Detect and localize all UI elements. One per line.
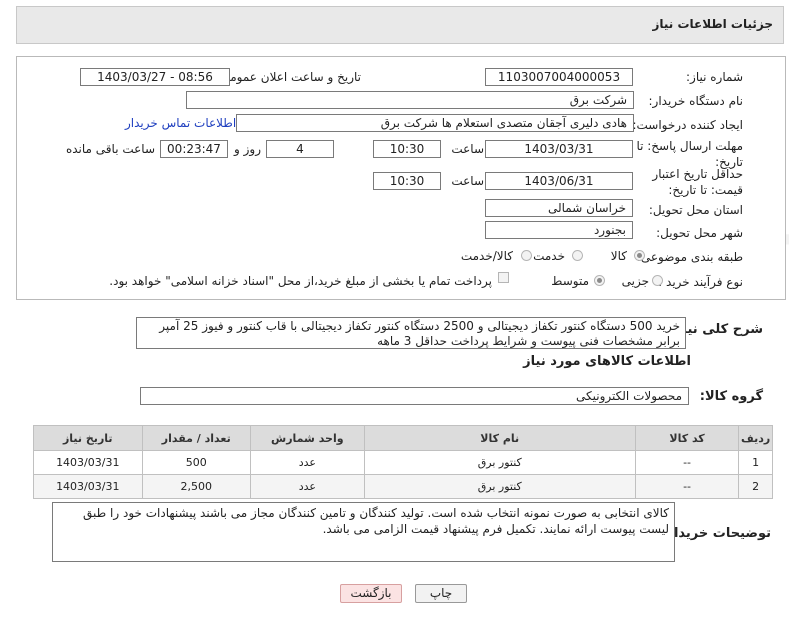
goods-section-title: اطلاعات کالاهای مورد نیاز bbox=[523, 354, 691, 369]
cell-date: 1403/03/31 bbox=[33, 474, 143, 499]
cell-row: 2 bbox=[738, 474, 773, 499]
city-label: شهر محل تحویل: bbox=[656, 226, 743, 240]
summary-text: خرید 500 دستگاه کنتور تکفاز دیجیتالی و 2… bbox=[136, 317, 686, 349]
goods-table-header: ردیف کد کالا نام کالا واحد شمارش تعداد /… bbox=[33, 425, 773, 451]
col-qty: تعداد / مقدار bbox=[141, 425, 252, 451]
city-field: بجنورد bbox=[485, 221, 633, 239]
category-label: طبقه بندی موضوعی: bbox=[636, 250, 743, 264]
back-button[interactable]: بازگشت bbox=[340, 584, 402, 603]
table-row: 1 -- کنتور برق عدد 500 1403/03/31 bbox=[33, 450, 773, 475]
cell-code: -- bbox=[634, 450, 740, 475]
goods-group-field: محصولات الکترونیکی bbox=[140, 387, 689, 405]
cell-qty: 500 bbox=[141, 450, 252, 475]
category-option-both: کالا/خدمت bbox=[460, 249, 513, 263]
category-radio-service[interactable] bbox=[572, 250, 583, 261]
cell-name: کنتور برق bbox=[363, 474, 636, 499]
process-radio-minor[interactable] bbox=[652, 275, 663, 286]
contact-buyer-link[interactable]: اطلاعات تماس خریدار bbox=[125, 116, 236, 130]
col-unit: واحد شمارش bbox=[250, 425, 365, 451]
validity-time-field: 10:30 bbox=[373, 172, 441, 190]
days-field: 4 bbox=[266, 140, 334, 158]
process-radio-medium[interactable] bbox=[594, 275, 605, 286]
payment-note: پرداخت تمام یا بخشی از مبلغ خرید،از محل … bbox=[109, 274, 492, 288]
cell-qty: 2,500 bbox=[141, 474, 252, 499]
cell-date: 1403/03/31 bbox=[33, 450, 143, 475]
page-header: جزئیات اطلاعات نیاز bbox=[16, 6, 784, 44]
cell-code: -- bbox=[634, 474, 740, 499]
validity-label: حداقل تاریخ اعتبار قیمت: تا تاریخ: bbox=[652, 167, 743, 197]
notes-text: کالای انتخابی به صورت نمونه انتخاب شده ا… bbox=[52, 502, 675, 562]
process-option-minor: جزیی bbox=[621, 274, 649, 288]
cell-row: 1 bbox=[738, 450, 773, 475]
page-title: جزئیات اطلاعات نیاز bbox=[652, 17, 773, 31]
deadline-time-field: 10:30 bbox=[373, 140, 441, 158]
treasury-checkbox[interactable] bbox=[498, 272, 509, 283]
remaining-time-field: 00:23:47 bbox=[160, 140, 228, 158]
category-radio-goods[interactable] bbox=[634, 250, 645, 261]
cell-unit: عدد bbox=[250, 474, 365, 499]
need-number-label: شماره نیاز: bbox=[686, 70, 743, 84]
col-code: کد کالا bbox=[634, 425, 740, 451]
col-date: تاریخ نیاز bbox=[33, 425, 143, 451]
table-row: 2 -- کنتور برق عدد 2,500 1403/03/31 bbox=[33, 474, 773, 499]
category-option-goods: کالا bbox=[610, 249, 627, 263]
category-radio-both[interactable] bbox=[521, 250, 532, 261]
col-name: نام کالا bbox=[363, 425, 636, 451]
category-option-service: خدمت bbox=[533, 249, 565, 263]
cell-name: کنتور برق bbox=[363, 450, 636, 475]
creator-label: ایجاد کننده درخواست: bbox=[632, 118, 743, 132]
process-label: نوع فرآیند خرید : bbox=[658, 275, 743, 289]
goods-table: ردیف کد کالا نام کالا واحد شمارش تعداد /… bbox=[33, 425, 773, 499]
process-option-medium: متوسط bbox=[551, 274, 589, 288]
province-field: خراسان شمالی bbox=[485, 199, 633, 217]
creator-field: هادی دلیری آجقان متصدی استعلام ها شرکت ب… bbox=[236, 114, 634, 132]
announce-label: تاریخ و ساعت اعلان عمومی: bbox=[216, 70, 361, 84]
print-button[interactable]: چاپ bbox=[415, 584, 467, 603]
buyer-org-label: نام دستگاه خریدار: bbox=[648, 94, 744, 108]
col-row: ردیف bbox=[738, 425, 773, 451]
buyer-org-field: شرکت برق bbox=[186, 91, 634, 109]
province-label: استان محل تحویل: bbox=[648, 203, 743, 217]
cell-unit: عدد bbox=[250, 450, 365, 475]
contact-link[interactable]: اطلاعات تماس خریدار bbox=[125, 116, 236, 130]
deadline-date-field: 1403/03/31 bbox=[485, 140, 633, 158]
validity-time-label: ساعت bbox=[451, 174, 484, 188]
remaining-label: ساعت باقی مانده bbox=[65, 142, 155, 156]
notes-label: توضیحات خریدار: bbox=[661, 526, 771, 541]
need-number-field: 1103007004000053 bbox=[485, 68, 633, 86]
validity-date-field: 1403/06/31 bbox=[485, 172, 633, 190]
goods-group-label: گروه کالا: bbox=[699, 389, 763, 404]
days-label: روز و bbox=[234, 142, 261, 156]
announce-field: 1403/03/27 - 08:56 bbox=[80, 68, 230, 86]
deadline-time-label: ساعت bbox=[451, 142, 484, 156]
